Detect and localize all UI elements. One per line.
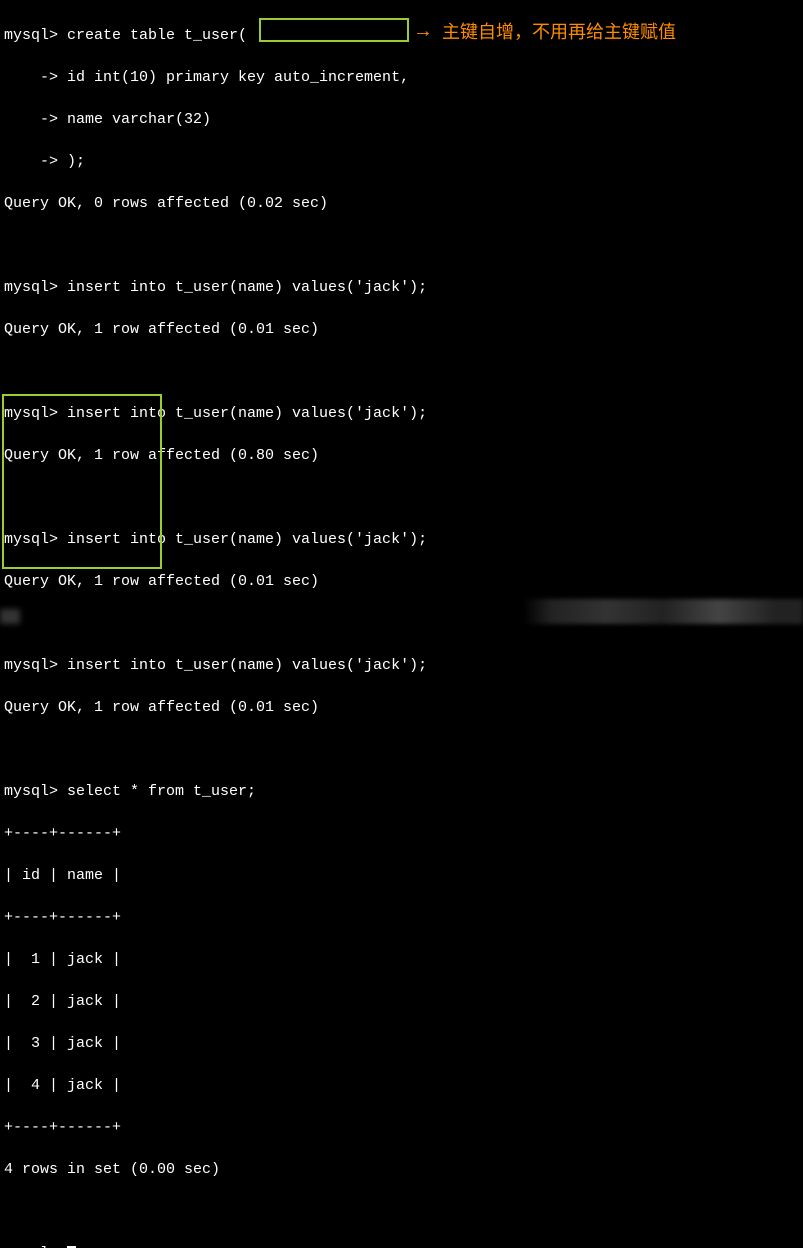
terminal-line xyxy=(4,235,799,256)
annotation-text: 主键自增，不用再给主键赋值 xyxy=(442,20,676,45)
terminal-line xyxy=(4,487,799,508)
terminal-line: +----+------+ xyxy=(4,1117,799,1138)
terminal-line: Query OK, 1 row affected (0.01 sec) xyxy=(4,319,799,340)
terminal-line: mysql> select * from t_user; xyxy=(4,781,799,802)
terminal-line: +----+------+ xyxy=(4,823,799,844)
terminal-line: | 3 | jack | xyxy=(4,1033,799,1054)
terminal-line: -> id int(10) primary key auto_increment… xyxy=(4,67,799,88)
terminal-line: mysql> insert into t_user(name) values('… xyxy=(4,403,799,424)
terminal-line: +----+------+ xyxy=(4,907,799,928)
arrow-icon: → xyxy=(417,19,429,47)
watermark-blur-left xyxy=(0,609,20,624)
terminal-line: Query OK, 1 row affected (0.01 sec) xyxy=(4,571,799,592)
terminal-line: | id | name | xyxy=(4,865,799,886)
terminal-line: -> ); xyxy=(4,151,799,172)
terminal-line: | 2 | jack | xyxy=(4,991,799,1012)
terminal-prompt-line[interactable]: mysql> xyxy=(4,1243,799,1248)
prompt-text: mysql> xyxy=(4,1245,67,1248)
terminal-line: mysql> create table t_user( xyxy=(4,25,799,46)
terminal-line: Query OK, 1 row affected (0.01 sec) xyxy=(4,697,799,718)
terminal-line: mysql> insert into t_user(name) values('… xyxy=(4,655,799,676)
terminal-line xyxy=(4,739,799,760)
terminal-line: 4 rows in set (0.00 sec) xyxy=(4,1159,799,1180)
terminal-line: | 1 | jack | xyxy=(4,949,799,970)
terminal-line: mysql> insert into t_user(name) values('… xyxy=(4,529,799,550)
terminal-line xyxy=(4,1201,799,1222)
watermark-blur xyxy=(523,599,803,624)
terminal-line: Query OK, 0 rows affected (0.02 sec) xyxy=(4,193,799,214)
terminal-line: -> name varchar(32) xyxy=(4,109,799,130)
terminal-line: mysql> insert into t_user(name) values('… xyxy=(4,277,799,298)
terminal-line: | 4 | jack | xyxy=(4,1075,799,1096)
terminal-line xyxy=(4,361,799,382)
terminal-line: Query OK, 1 row affected (0.80 sec) xyxy=(4,445,799,466)
cursor-icon xyxy=(67,1246,76,1248)
terminal-output: mysql> create table t_user( -> id int(10… xyxy=(4,4,799,1248)
